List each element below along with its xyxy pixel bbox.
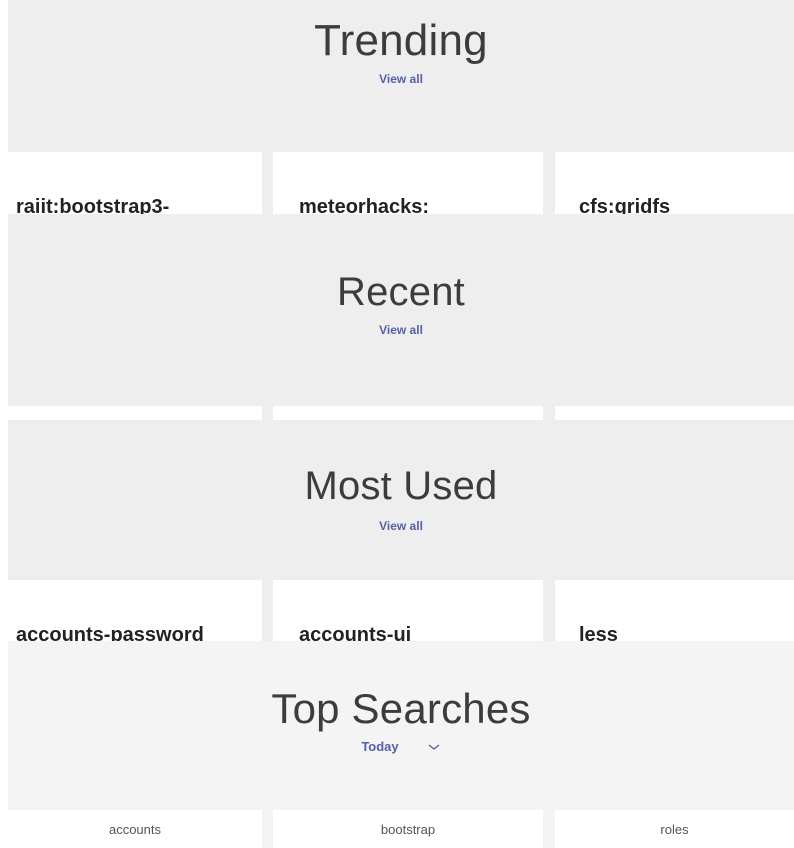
card-divider [543,406,555,420]
trending-header: Trending View all [8,0,794,152]
recent-view-all-link[interactable]: View all [379,323,423,337]
trending-view-all-link[interactable]: View all [379,72,423,86]
card-divider [262,406,273,420]
most-used-heading: Most Used [304,464,498,508]
search-term-link[interactable]: bootstrap [273,810,543,848]
period-select-value: Today [361,739,399,754]
card-divider [543,580,555,641]
most-used-package-row: accounts-password accounts-ui less [8,580,794,641]
search-term-cell: accounts [8,810,262,848]
top-searches-header: Top Searches Today [8,641,794,810]
card-divider [262,810,273,848]
package-card[interactable]: less [555,580,794,641]
search-term-cell: bootstrap [273,810,543,848]
package-name: meteorhacks: [299,196,430,214]
most-used-view-all-link[interactable]: View all [379,519,423,533]
search-term-link[interactable]: accounts [8,810,262,848]
card-divider [262,152,273,214]
package-card[interactable]: cfs:gridfs [555,152,794,214]
package-name: raiit:bootstrap3- [16,196,170,214]
recent-package-row [8,406,794,420]
recent-heading: Recent [337,270,465,314]
search-term-link[interactable]: roles [555,810,794,848]
package-name: less [579,624,618,641]
package-card[interactable] [273,406,543,420]
most-used-header: Most Used View all [8,420,794,580]
package-card[interactable]: accounts-ui [273,580,543,641]
card-divider [543,152,555,214]
chevron-down-icon [428,743,440,750]
package-card[interactable]: meteorhacks: [273,152,543,214]
package-name: accounts-ui [299,624,412,641]
period-select[interactable]: Today [361,739,440,754]
package-card[interactable] [8,406,262,420]
trending-heading: Trending [314,16,488,65]
package-name: cfs:gridfs [579,196,671,214]
package-name: accounts-password [16,624,204,641]
card-divider [543,810,555,848]
recent-header: Recent View all [8,214,794,406]
top-searches-heading: Top Searches [271,685,531,732]
package-card[interactable] [555,406,794,420]
package-card[interactable]: raiit:bootstrap3- [8,152,262,214]
card-divider [262,580,273,641]
top-searches-row: accounts bootstrap roles [8,810,794,848]
search-term-cell: roles [555,810,794,848]
package-card[interactable]: accounts-password [8,580,262,641]
trending-package-row: raiit:bootstrap3- meteorhacks: cfs:gridf… [8,152,794,214]
